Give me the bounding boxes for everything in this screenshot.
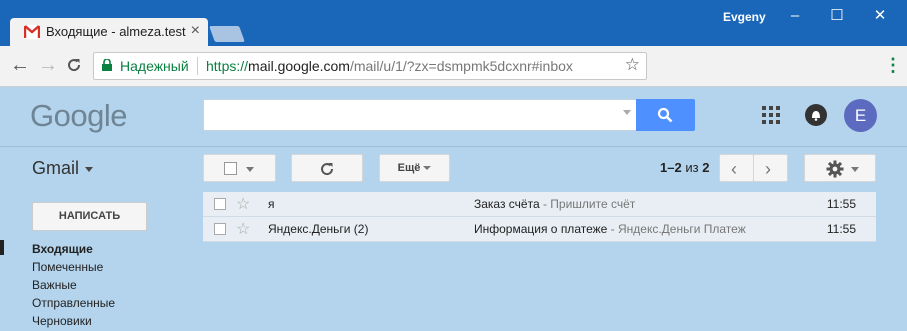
message-subject: Информация о платеже	[474, 222, 608, 236]
secure-label: Надежный	[120, 58, 189, 74]
url-text[interactable]: https://mail.google.com/mail/u/1/?zx=dsm…	[206, 58, 573, 74]
tab-close-icon[interactable]: ×	[191, 22, 200, 40]
refresh-icon	[321, 163, 334, 176]
search-icon	[657, 107, 673, 123]
more-label: Ещё	[397, 162, 421, 174]
address-bar[interactable]: Надежный https://mail.google.com/mail/u/…	[93, 52, 647, 80]
star-icon[interactable]: ☆	[236, 194, 250, 214]
tab-title: Входящие - almeza.test1	[46, 24, 186, 39]
message-sender: Яндекс.Деньги (2)	[268, 222, 369, 236]
pager-range: 1–2	[660, 160, 682, 175]
compose-button[interactable]: НАПИСАТЬ	[32, 202, 147, 231]
message-list: ☆ я Заказ счёта - Пришлите счёт 11:55 ☆ …	[203, 192, 876, 242]
google-logo[interactable]: Google	[30, 98, 127, 134]
notifications-icon[interactable]	[805, 104, 827, 126]
chevron-left-icon: ‹	[731, 159, 737, 179]
newer-button[interactable]: ‹	[719, 154, 754, 182]
gmail-app-label: Gmail	[32, 158, 80, 178]
message-subject: Заказ счёта	[474, 197, 540, 211]
forward-arrow-icon[interactable]: →	[38, 54, 58, 76]
table-row[interactable]: ☆ я Заказ счёта - Пришлите счёт 11:55	[203, 192, 876, 217]
reload-icon[interactable]	[66, 57, 82, 73]
maximize-button[interactable]: ☐	[822, 6, 852, 26]
message-snippet: - Пришлите счёт	[539, 197, 636, 211]
close-window-button[interactable]: ✕	[865, 6, 895, 26]
row-checkbox[interactable]	[214, 223, 226, 235]
message-subject-line: Заказ счёта - Пришлите счёт	[474, 197, 635, 211]
search-options-caret-icon[interactable]	[623, 110, 631, 115]
minimize-button[interactable]: –	[780, 6, 810, 26]
message-subject-line: Информация о платеже - Яндекс.Деньги Пла…	[474, 222, 746, 236]
browser-user-name[interactable]: Evgeny	[723, 10, 766, 24]
chevron-down-icon	[423, 166, 432, 171]
message-snippet: - Яндекс.Деньги Платеж	[607, 222, 746, 236]
message-time: 11:55	[826, 222, 856, 236]
url-scheme: https://	[206, 58, 249, 74]
new-tab-button[interactable]	[209, 26, 245, 42]
browser-toolbar: ← → Надежный https://mail.google.com/mai…	[0, 46, 907, 87]
sidebar-item-starred[interactable]: Помеченные	[32, 260, 103, 274]
avatar[interactable]: E	[844, 99, 877, 132]
pager-text: 1–2 из 2	[660, 160, 709, 175]
star-icon[interactable]: ☆	[236, 219, 250, 239]
header-divider	[0, 146, 907, 147]
url-path: /mail/u/1/?zx=dsmpmk5dcxnr#inbox	[349, 58, 573, 74]
select-all-checkbox[interactable]	[224, 162, 237, 175]
chevron-down-icon[interactable]	[246, 167, 254, 172]
chevron-right-icon: ›	[765, 159, 771, 179]
back-arrow-icon[interactable]: ←	[10, 54, 30, 76]
pager-of: из	[685, 160, 699, 175]
refresh-button[interactable]	[291, 154, 363, 182]
url-host: mail.google.com	[248, 58, 350, 74]
older-button[interactable]: ›	[753, 154, 788, 182]
more-button[interactable]: Ещё	[379, 154, 450, 182]
chrome-menu-icon[interactable]: ⋮	[884, 56, 902, 74]
pager-total: 2	[702, 160, 710, 175]
settings-button[interactable]	[804, 154, 876, 182]
message-time: 11:55	[826, 197, 856, 211]
chevron-down-icon	[851, 167, 859, 172]
message-sender: я	[268, 197, 275, 211]
sidebar-item-important[interactable]: Важные	[32, 278, 77, 292]
row-checkbox[interactable]	[214, 198, 226, 210]
search-button[interactable]	[636, 99, 695, 131]
address-separator	[197, 57, 198, 75]
gear-icon	[826, 160, 844, 178]
bookmark-star-icon[interactable]: ☆	[625, 55, 640, 75]
chevron-down-icon	[85, 166, 94, 172]
search-input[interactable]	[203, 99, 638, 131]
apps-grid-icon[interactable]	[762, 106, 780, 124]
browser-titlebar: Входящие - almeza.test1 × Evgeny – ☐ ✕	[0, 0, 907, 46]
gmail-app-switcher[interactable]: Gmail	[32, 158, 94, 179]
sidebar-item-drafts[interactable]: Черновики	[32, 314, 92, 328]
browser-tab[interactable]: Входящие - almeza.test1 ×	[10, 18, 208, 46]
active-indicator	[0, 240, 4, 255]
gmail-favicon	[24, 25, 40, 39]
sidebar-item-inbox[interactable]: Входящие	[32, 242, 93, 256]
lock-icon	[102, 59, 112, 71]
sidebar-item-sent[interactable]: Отправленные	[32, 296, 115, 310]
select-checkbox-button[interactable]	[203, 154, 276, 182]
table-row[interactable]: ☆ Яндекс.Деньги (2) Информация о платеже…	[203, 217, 876, 242]
